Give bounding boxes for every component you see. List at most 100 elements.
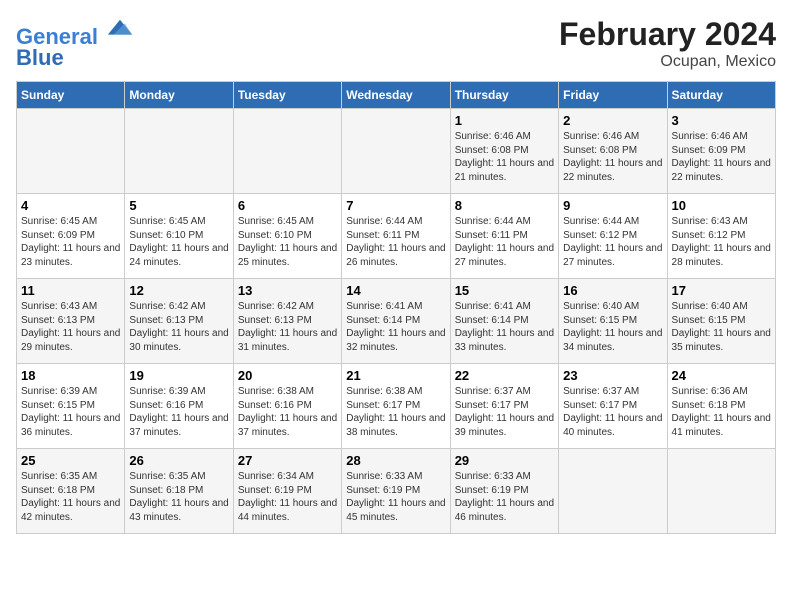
header-wednesday: Wednesday	[342, 82, 450, 109]
day-info: Sunrise: 6:34 AM Sunset: 6:19 PM Dayligh…	[238, 470, 337, 524]
day-info: Sunrise: 6:35 AM Sunset: 6:18 PM Dayligh…	[129, 470, 228, 524]
day-info: Sunrise: 6:37 AM Sunset: 6:17 PM Dayligh…	[563, 385, 662, 439]
day-number: 10	[672, 198, 771, 213]
day-info: Sunrise: 6:38 AM Sunset: 6:16 PM Dayligh…	[238, 385, 337, 439]
calendar-table: SundayMondayTuesdayWednesdayThursdayFrid…	[16, 81, 776, 534]
header-sunday: Sunday	[17, 82, 125, 109]
title-area: February 2024 Ocupan, Mexico	[559, 16, 776, 71]
calendar-cell: 24 Sunrise: 6:36 AM Sunset: 6:18 PM Dayli…	[667, 364, 775, 449]
calendar-week-1: 4Sunrise: 6:45 AM Sunset: 6:09 PM Daylig…	[17, 194, 776, 279]
day-number: 25	[21, 453, 120, 468]
day-number: 29	[455, 453, 554, 468]
day-number: 20	[238, 368, 337, 383]
calendar-cell: 2Sunrise: 6:46 AM Sunset: 6:08 PM Daylig…	[559, 109, 667, 194]
calendar-week-2: 11Sunrise: 6:43 AM Sunset: 6:13 PM Dayli…	[17, 279, 776, 364]
header: General Blue February 2024 Ocupan, Mexic…	[16, 16, 776, 71]
day-info: Sunrise: 6:40 AM Sunset: 6:15 PM Dayligh…	[672, 300, 771, 354]
day-number: 7	[346, 198, 445, 213]
calendar-cell: 1 Sunrise: 6:46 AM Sunset: 6:08 PM Daylig…	[450, 109, 558, 194]
day-number: 19	[129, 368, 228, 383]
day-info: Sunrise: 6:39 AM Sunset: 6:16 PM Dayligh…	[129, 385, 228, 439]
day-number: 2	[563, 113, 662, 128]
calendar-cell: 21 Sunrise: 6:38 AM Sunset: 6:17 PM Dayli…	[342, 364, 450, 449]
day-number: 15	[455, 283, 554, 298]
calendar-cell: 5 Sunrise: 6:45 AM Sunset: 6:10 PM Daylig…	[125, 194, 233, 279]
day-number: 1	[455, 113, 554, 128]
calendar-week-0: 1 Sunrise: 6:46 AM Sunset: 6:08 PM Daylig…	[17, 109, 776, 194]
day-number: 13	[238, 283, 337, 298]
calendar-cell	[233, 109, 341, 194]
calendar-cell: 4Sunrise: 6:45 AM Sunset: 6:09 PM Daylig…	[17, 194, 125, 279]
day-info: Sunrise: 6:44 AM Sunset: 6:11 PM Dayligh…	[455, 215, 554, 269]
calendar-cell: 13 Sunrise: 6:42 AM Sunset: 6:13 PM Dayli…	[233, 279, 341, 364]
day-number: 8	[455, 198, 554, 213]
logo-icon	[106, 16, 134, 44]
header-tuesday: Tuesday	[233, 82, 341, 109]
header-saturday: Saturday	[667, 82, 775, 109]
day-number: 22	[455, 368, 554, 383]
day-number: 24	[672, 368, 771, 383]
calendar-cell: 15 Sunrise: 6:41 AM Sunset: 6:14 PM Dayli…	[450, 279, 558, 364]
day-number: 9	[563, 198, 662, 213]
calendar-header-row: SundayMondayTuesdayWednesdayThursdayFrid…	[17, 82, 776, 109]
day-info: Sunrise: 6:40 AM Sunset: 6:15 PM Dayligh…	[563, 300, 662, 354]
calendar-cell: 25 Sunrise: 6:35 AM Sunset: 6:18 PM Dayli…	[17, 449, 125, 534]
day-info: Sunrise: 6:43 AM Sunset: 6:12 PM Dayligh…	[672, 215, 771, 269]
day-info: Sunrise: 6:38 AM Sunset: 6:17 PM Dayligh…	[346, 385, 445, 439]
day-number: 27	[238, 453, 337, 468]
day-info: Sunrise: 6:45 AM Sunset: 6:10 PM Dayligh…	[238, 215, 337, 269]
calendar-cell: 8 Sunrise: 6:44 AM Sunset: 6:11 PM Daylig…	[450, 194, 558, 279]
calendar-cell	[667, 449, 775, 534]
calendar-cell: 16 Sunrise: 6:40 AM Sunset: 6:15 PM Dayli…	[559, 279, 667, 364]
calendar-cell: 6 Sunrise: 6:45 AM Sunset: 6:10 PM Daylig…	[233, 194, 341, 279]
calendar-cell	[342, 109, 450, 194]
day-info: Sunrise: 6:37 AM Sunset: 6:17 PM Dayligh…	[455, 385, 554, 439]
calendar-cell: 3 Sunrise: 6:46 AM Sunset: 6:09 PM Daylig…	[667, 109, 775, 194]
day-number: 26	[129, 453, 228, 468]
calendar-cell: 29 Sunrise: 6:33 AM Sunset: 6:19 PM Dayli…	[450, 449, 558, 534]
logo: General Blue	[16, 16, 134, 71]
day-info: Sunrise: 6:36 AM Sunset: 6:18 PM Dayligh…	[672, 385, 771, 439]
day-info: Sunrise: 6:33 AM Sunset: 6:19 PM Dayligh…	[346, 470, 445, 524]
calendar-cell: 26 Sunrise: 6:35 AM Sunset: 6:18 PM Dayli…	[125, 449, 233, 534]
calendar-cell: 9Sunrise: 6:44 AM Sunset: 6:12 PM Daylig…	[559, 194, 667, 279]
day-number: 5	[129, 198, 228, 213]
day-number: 3	[672, 113, 771, 128]
day-info: Sunrise: 6:35 AM Sunset: 6:18 PM Dayligh…	[21, 470, 120, 524]
calendar-body: 1 Sunrise: 6:46 AM Sunset: 6:08 PM Daylig…	[17, 109, 776, 534]
calendar-cell: 11Sunrise: 6:43 AM Sunset: 6:13 PM Dayli…	[17, 279, 125, 364]
calendar-cell: 28Sunrise: 6:33 AM Sunset: 6:19 PM Dayli…	[342, 449, 450, 534]
calendar-cell: 18 Sunrise: 6:39 AM Sunset: 6:15 PM Dayli…	[17, 364, 125, 449]
day-info: Sunrise: 6:33 AM Sunset: 6:19 PM Dayligh…	[455, 470, 554, 524]
day-info: Sunrise: 6:42 AM Sunset: 6:13 PM Dayligh…	[129, 300, 228, 354]
calendar-cell: 20 Sunrise: 6:38 AM Sunset: 6:16 PM Dayli…	[233, 364, 341, 449]
day-info: Sunrise: 6:41 AM Sunset: 6:14 PM Dayligh…	[455, 300, 554, 354]
calendar-week-4: 25 Sunrise: 6:35 AM Sunset: 6:18 PM Dayli…	[17, 449, 776, 534]
day-number: 12	[129, 283, 228, 298]
header-monday: Monday	[125, 82, 233, 109]
day-number: 6	[238, 198, 337, 213]
day-number: 4	[21, 198, 120, 213]
main-title: February 2024	[559, 16, 776, 53]
day-number: 11	[21, 283, 120, 298]
day-number: 18	[21, 368, 120, 383]
subtitle: Ocupan, Mexico	[559, 53, 776, 71]
day-info: Sunrise: 6:41 AM Sunset: 6:14 PM Dayligh…	[346, 300, 445, 354]
day-number: 14	[346, 283, 445, 298]
calendar-cell: 27 Sunrise: 6:34 AM Sunset: 6:19 PM Dayli…	[233, 449, 341, 534]
calendar-cell: 23Sunrise: 6:37 AM Sunset: 6:17 PM Dayli…	[559, 364, 667, 449]
day-info: Sunrise: 6:44 AM Sunset: 6:11 PM Dayligh…	[346, 215, 445, 269]
day-number: 16	[563, 283, 662, 298]
day-number: 21	[346, 368, 445, 383]
day-info: Sunrise: 6:42 AM Sunset: 6:13 PM Dayligh…	[238, 300, 337, 354]
calendar-cell: 14 Sunrise: 6:41 AM Sunset: 6:14 PM Dayli…	[342, 279, 450, 364]
day-info: Sunrise: 6:39 AM Sunset: 6:15 PM Dayligh…	[21, 385, 120, 439]
day-info: Sunrise: 6:45 AM Sunset: 6:10 PM Dayligh…	[129, 215, 228, 269]
calendar-cell	[559, 449, 667, 534]
calendar-cell: 17Sunrise: 6:40 AM Sunset: 6:15 PM Dayli…	[667, 279, 775, 364]
calendar-cell	[125, 109, 233, 194]
day-info: Sunrise: 6:46 AM Sunset: 6:09 PM Dayligh…	[672, 130, 771, 184]
day-info: Sunrise: 6:46 AM Sunset: 6:08 PM Dayligh…	[455, 130, 554, 184]
calendar-cell	[17, 109, 125, 194]
calendar-cell: 19 Sunrise: 6:39 AM Sunset: 6:16 PM Dayli…	[125, 364, 233, 449]
